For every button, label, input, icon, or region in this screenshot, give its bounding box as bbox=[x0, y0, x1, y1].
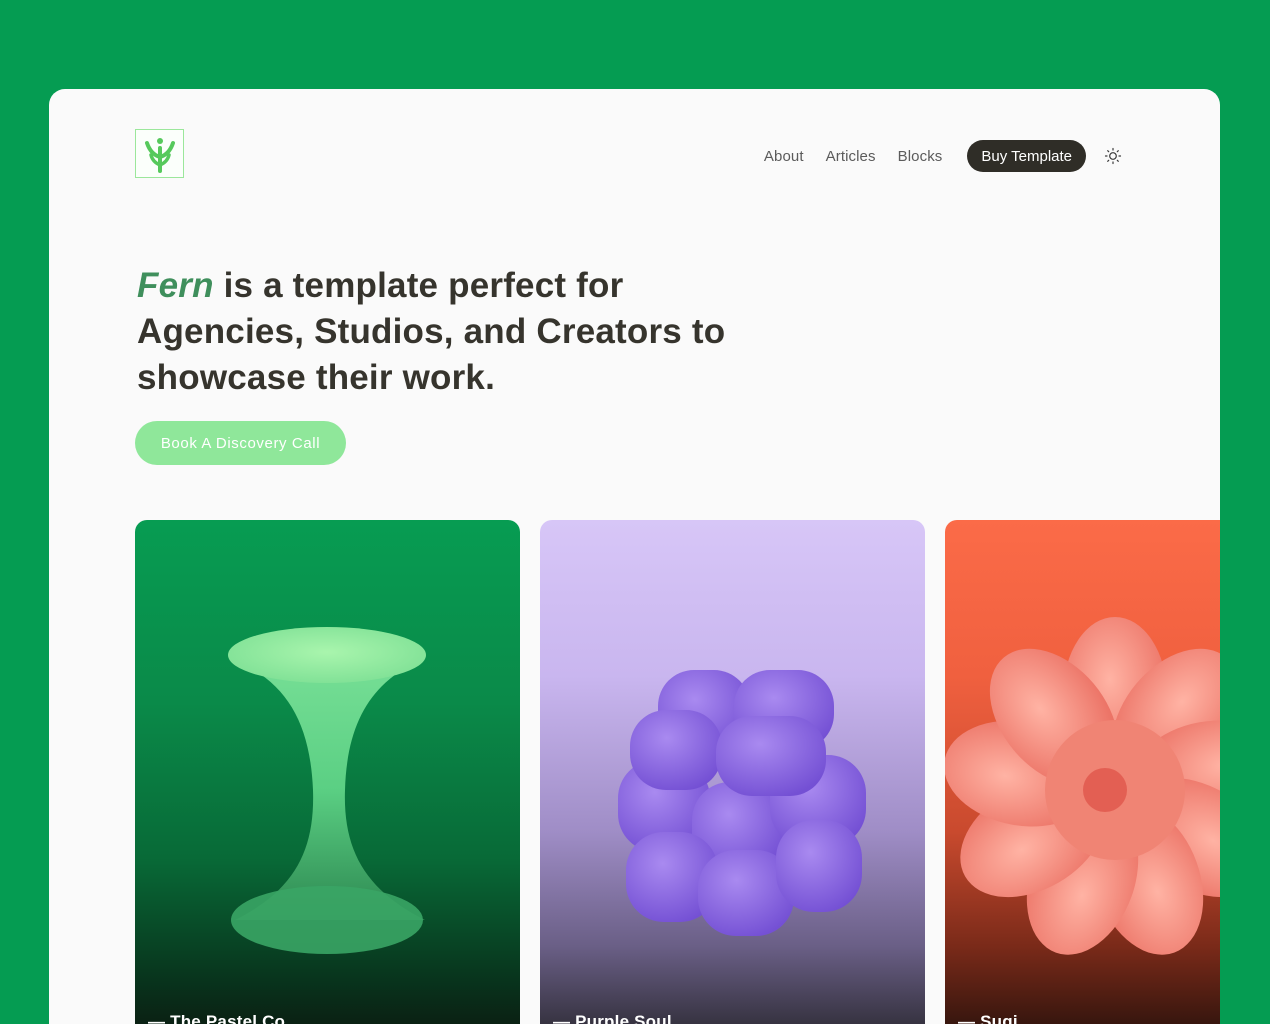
hourglass-stool-image bbox=[228, 627, 426, 954]
project-label: — The Pastel Co. bbox=[148, 1012, 291, 1024]
brand-name: Fern bbox=[137, 266, 214, 305]
sun-icon bbox=[1104, 147, 1122, 165]
book-discovery-call-button[interactable]: Book A Discovery Call bbox=[135, 421, 346, 465]
project-card-pastel[interactable]: — The Pastel Co. bbox=[135, 520, 520, 1024]
project-card-purple-soul[interactable]: — Purple Soul bbox=[540, 520, 925, 1024]
hero-headline: Fern is a template perfect for Agencies,… bbox=[137, 263, 757, 401]
headline-text: is a template perfect for Agencies, Stud… bbox=[137, 266, 726, 397]
browser-window: About Articles Blocks Buy Template Fern … bbox=[49, 89, 1220, 1024]
fern-logo[interactable] bbox=[135, 129, 184, 178]
project-card-sugi[interactable]: — Sugi bbox=[945, 520, 1220, 1024]
top-nav: About Articles Blocks Buy Template bbox=[764, 140, 1122, 172]
nav-blocks[interactable]: Blocks bbox=[898, 148, 943, 165]
pumpkin-shape-image bbox=[945, 617, 1220, 955]
project-label: — Sugi bbox=[958, 1012, 1018, 1024]
nav-articles[interactable]: Articles bbox=[826, 148, 876, 165]
theme-toggle-button[interactable] bbox=[1104, 147, 1122, 165]
inflatable-cube-image bbox=[618, 670, 866, 936]
nav-about[interactable]: About bbox=[764, 148, 804, 165]
buy-template-button[interactable]: Buy Template bbox=[967, 140, 1086, 172]
fern-logo-icon bbox=[144, 137, 175, 173]
project-label: — Purple Soul bbox=[553, 1012, 672, 1024]
